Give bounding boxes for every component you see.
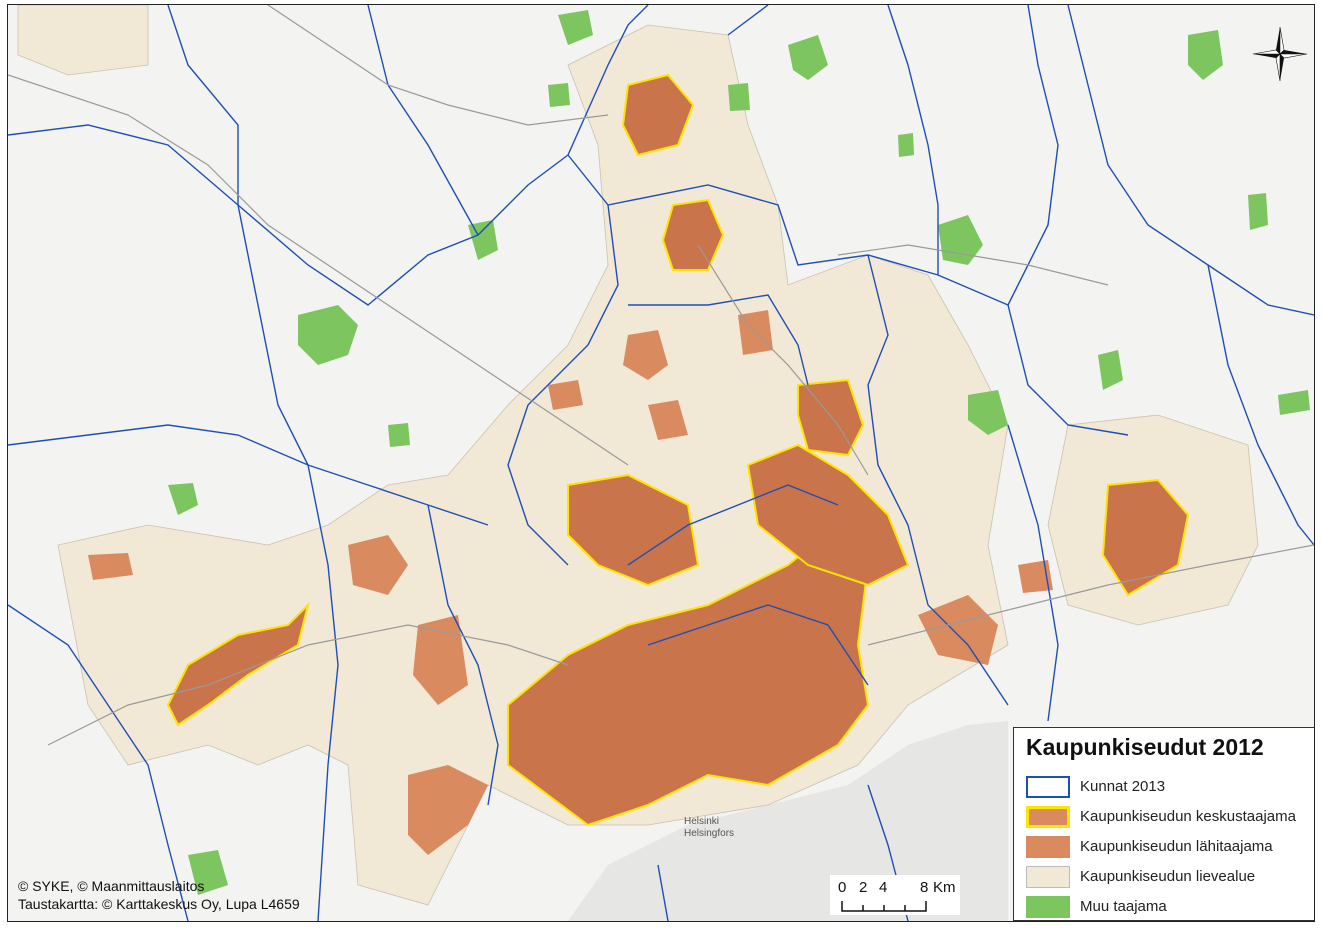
map-frame: Helsinki Helsingfors © SYKE, © Maanmitta…: [7, 4, 1315, 922]
legend-item-fringe: Kaupunkiseudun lievealue: [1026, 864, 1314, 890]
copyright-text: © SYKE, © Maanmittauslaitos Taustakartta…: [18, 877, 300, 913]
scale-bar-line: [841, 901, 927, 912]
legend-label-fringe: Kaupunkiseudun lievealue: [1080, 868, 1256, 885]
legend-item-nearby-urban: Kaupunkiseudun lähitaajama: [1026, 834, 1314, 860]
legend-item-other-urban: Muu taajama: [1026, 894, 1314, 920]
legend-title: Kaupunkiseudut 2012: [1026, 734, 1264, 760]
scale-tick-8: 8: [920, 879, 929, 896]
place-label-helsinki: Helsinki: [684, 816, 719, 827]
legend-label-core-urban: Kaupunkiseudun keskustaajama: [1080, 808, 1296, 825]
legend-item-core-urban: Kaupunkiseudun keskustaajama: [1026, 804, 1314, 830]
scale-unit: Km: [933, 879, 956, 896]
legend-label-municipalities: Kunnat 2013: [1080, 778, 1166, 795]
legend-label-nearby-urban: Kaupunkiseudun lähitaajama: [1080, 838, 1273, 855]
legend-swatch-core-urban: [1026, 806, 1070, 828]
legend-label-other-urban: Muu taajama: [1080, 898, 1167, 915]
copyright-line-1: © SYKE, © Maanmittauslaitos: [18, 878, 205, 894]
legend-swatch-fringe: [1026, 866, 1070, 888]
scale-tick-2: 2: [859, 879, 868, 896]
legend-swatch-nearby-urban: [1026, 836, 1070, 858]
copyright-line-2: Taustakartta: © Karttakeskus Oy, Lupa L4…: [18, 896, 300, 912]
north-arrow-icon: [1251, 25, 1309, 83]
scale-bar: 0 2 4 8 Km: [830, 875, 960, 915]
legend-swatch-municipalities: [1026, 776, 1070, 798]
legend-swatch-other-urban: [1026, 896, 1070, 918]
place-label-helsingfors: Helsingfors: [684, 828, 734, 839]
scale-tick-4: 4: [879, 879, 888, 896]
scale-tick-0: 0: [838, 879, 847, 896]
legend-item-municipalities: Kunnat 2013: [1026, 774, 1314, 800]
map-legend: Kaupunkiseudut 2012 Kunnat 2013 Kaupunki…: [1013, 727, 1314, 921]
